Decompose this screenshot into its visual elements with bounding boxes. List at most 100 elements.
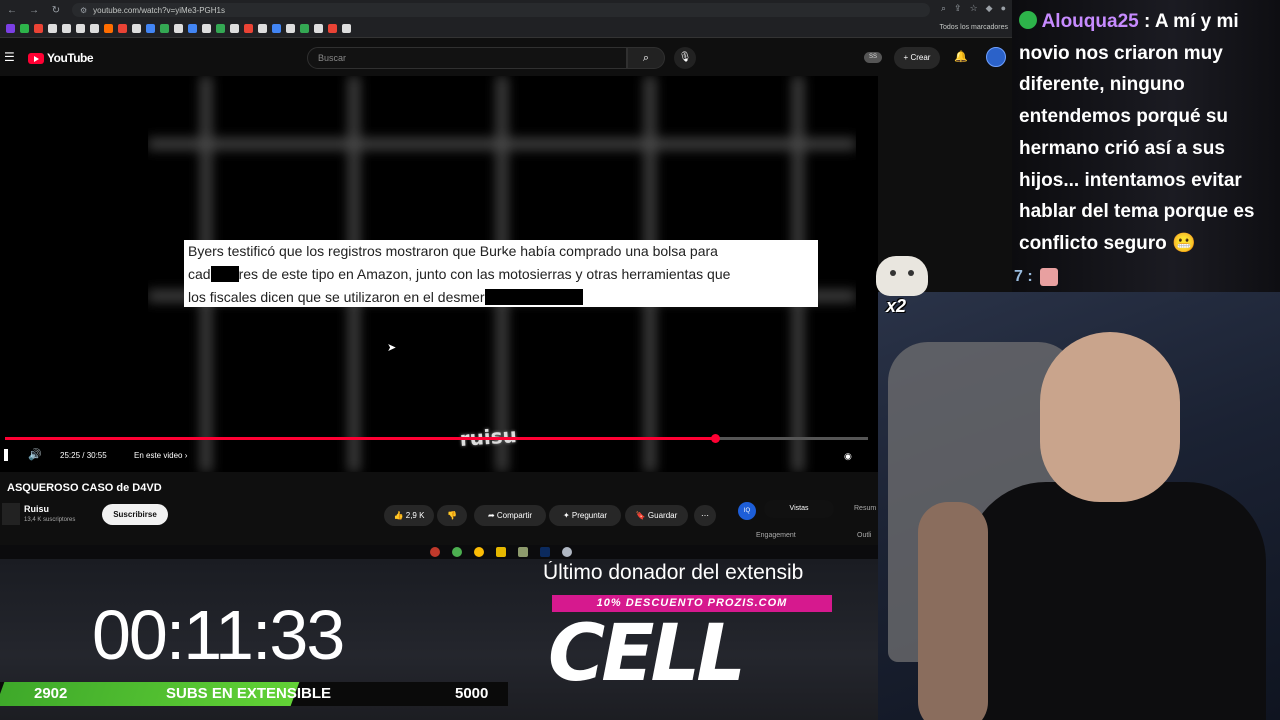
bookmark-icon[interactable]: [6, 24, 15, 33]
autoplay-toggle-icon[interactable]: ◉: [844, 451, 852, 462]
bookmark-icon[interactable]: [244, 24, 253, 33]
bookmark-icon[interactable]: [286, 24, 295, 33]
save-button[interactable]: 🔖 Guardar: [625, 505, 688, 526]
like-button[interactable]: 👍 2,9 K: [384, 505, 434, 526]
bookmark-icon[interactable]: [146, 24, 155, 33]
video-player[interactable]: Byers testificó que los registros mostra…: [0, 76, 878, 472]
sparkle-icon: ✦: [562, 511, 570, 520]
bookmark-icon[interactable]: [104, 24, 113, 33]
voice-search-button[interactable]: 🎙: [674, 47, 696, 69]
ss-extension-badge[interactable]: SS: [864, 52, 882, 63]
app-icon[interactable]: [518, 547, 528, 557]
bookmark-icon[interactable]: [174, 24, 183, 33]
bookmark-icon[interactable]: [90, 24, 99, 33]
streamer-head: [1040, 332, 1180, 502]
app-icon[interactable]: [452, 547, 462, 557]
channel-avatar[interactable]: [2, 503, 20, 525]
video-scrubber-handle[interactable]: [710, 434, 720, 443]
reload-icon[interactable]: ↻: [50, 5, 62, 16]
subtitle-fragment: res de este tipo en Amazon, junto con la…: [238, 266, 731, 282]
video-title: ASQUEROSO CASO de D4VD: [7, 482, 162, 494]
more-actions-button[interactable]: ⋯: [694, 505, 716, 526]
video-progress-bar[interactable]: [5, 434, 868, 443]
zoom-icon[interactable]: ⌕: [941, 3, 946, 14]
channel-name[interactable]: Ruisu: [24, 504, 49, 514]
search-icon: ⌕: [642, 52, 650, 64]
subtitle-fragment: cad: [188, 266, 211, 282]
streamer-body: [966, 482, 1266, 720]
cat-eye: [908, 270, 914, 276]
bookmark-icon[interactable]: [76, 24, 85, 33]
bookmark-icon[interactable]: [188, 24, 197, 33]
app-icon[interactable]: [430, 547, 440, 557]
more-icon: ⋯: [701, 511, 709, 520]
forward-icon[interactable]: →: [28, 5, 40, 16]
bookmarks-bar: Todos los marcadores: [0, 20, 1012, 38]
chat-message: Alouqua25 : A mí y mi novio nos criaron …: [1019, 6, 1277, 260]
menu-icon[interactable]: ☰: [4, 50, 15, 64]
sponsor-logo: CELL: [548, 609, 746, 699]
folder-icon[interactable]: [496, 547, 506, 557]
bookmark-icon[interactable]: [48, 24, 57, 33]
chat-next-message: 7 :: [1014, 268, 1033, 285]
microphone-icon: 🎙: [678, 52, 692, 63]
ask-label: Preguntar: [571, 511, 608, 520]
tab-summary[interactable]: Resum: [854, 505, 876, 512]
url-field[interactable]: ⚙ youtube.com/watch?v=yiMe3-PGH1s: [72, 3, 930, 17]
share-button[interactable]: ➦ Compartir: [474, 505, 546, 526]
subtitle-line: los fiscales dicen que se utilizaron en …: [188, 286, 814, 309]
bookmark-icon[interactable]: [202, 24, 211, 33]
bookmark-icon[interactable]: [132, 24, 141, 33]
app-icon[interactable]: [562, 547, 572, 557]
site-info-icon[interactable]: ⚙: [80, 6, 87, 15]
bookmark-icon[interactable]: [20, 24, 29, 33]
profile-icon[interactable]: ●: [1001, 3, 1006, 14]
search-input[interactable]: Buscar: [307, 47, 627, 69]
extensions-icon[interactable]: ◆: [986, 3, 993, 14]
bookmark-icon[interactable]: [328, 24, 337, 33]
ask-button[interactable]: ✦ Preguntar: [549, 505, 621, 526]
youtube-logo[interactable]: YouTube: [28, 51, 94, 65]
bookmark-icon[interactable]: [342, 24, 351, 33]
browser-actions: ⌕ ⇪ ☆ ◆ ●: [941, 3, 1006, 14]
subathon-timer: 00:11:33: [92, 596, 345, 674]
subscribe-button[interactable]: Suscribirse: [102, 504, 168, 525]
subs-current-count: 2902: [34, 685, 68, 702]
photoshop-icon[interactable]: [540, 547, 550, 557]
subtitle-fragment: los fiscales dicen que se utilizaron en …: [188, 289, 485, 305]
bookmark-icon[interactable]: [300, 24, 309, 33]
chat-emote-icon: [1040, 268, 1058, 286]
dislike-button[interactable]: 👎: [437, 505, 467, 526]
bookmark-icon[interactable]: [216, 24, 225, 33]
pause-button[interactable]: [4, 449, 8, 461]
bookmark-icon[interactable]: [258, 24, 267, 33]
redaction-bar: [210, 266, 239, 282]
bookmark-icon[interactable]: [118, 24, 127, 33]
all-bookmarks-link[interactable]: Todos los marcadores: [940, 24, 1008, 31]
bookmark-icon[interactable]: [160, 24, 169, 33]
search-button[interactable]: ⌕: [627, 47, 665, 69]
thumbs-up-icon: 👍: [393, 511, 404, 520]
share-page-icon[interactable]: ⇪: [954, 3, 962, 14]
iq-extension-icon[interactable]: IQ: [738, 502, 756, 520]
bookmark-icon[interactable]: [230, 24, 239, 33]
back-icon[interactable]: ←: [6, 5, 18, 16]
bookmark-star-icon[interactable]: ☆: [970, 3, 978, 14]
bookmark-icon[interactable]: [314, 24, 323, 33]
outline-label: Outli: [857, 532, 872, 539]
youtube-header: ☰ YouTube Buscar ⌕ 🎙 SS + Crear 🔔: [0, 38, 1012, 76]
engagement-label: Engagement: [756, 532, 796, 539]
address-bar-row: ← → ↻ ⌂ ⚙ youtube.com/watch?v=yiMe3-PGH1…: [0, 0, 1012, 20]
tab-views[interactable]: Vistas: [764, 500, 834, 518]
mouse-cursor-icon: ➤: [498, 249, 509, 263]
bookmark-icon[interactable]: [34, 24, 43, 33]
volume-icon[interactable]: 🔊: [28, 448, 42, 461]
chapter-button[interactable]: En este video ›: [134, 451, 187, 460]
chrome-icon[interactable]: [474, 547, 484, 557]
save-label: Guardar: [647, 511, 678, 520]
bookmark-icon[interactable]: [272, 24, 281, 33]
notifications-bell-icon[interactable]: 🔔: [954, 50, 968, 63]
bookmark-icon[interactable]: [62, 24, 71, 33]
account-avatar[interactable]: [986, 47, 1006, 67]
create-button[interactable]: + Crear: [894, 47, 940, 69]
